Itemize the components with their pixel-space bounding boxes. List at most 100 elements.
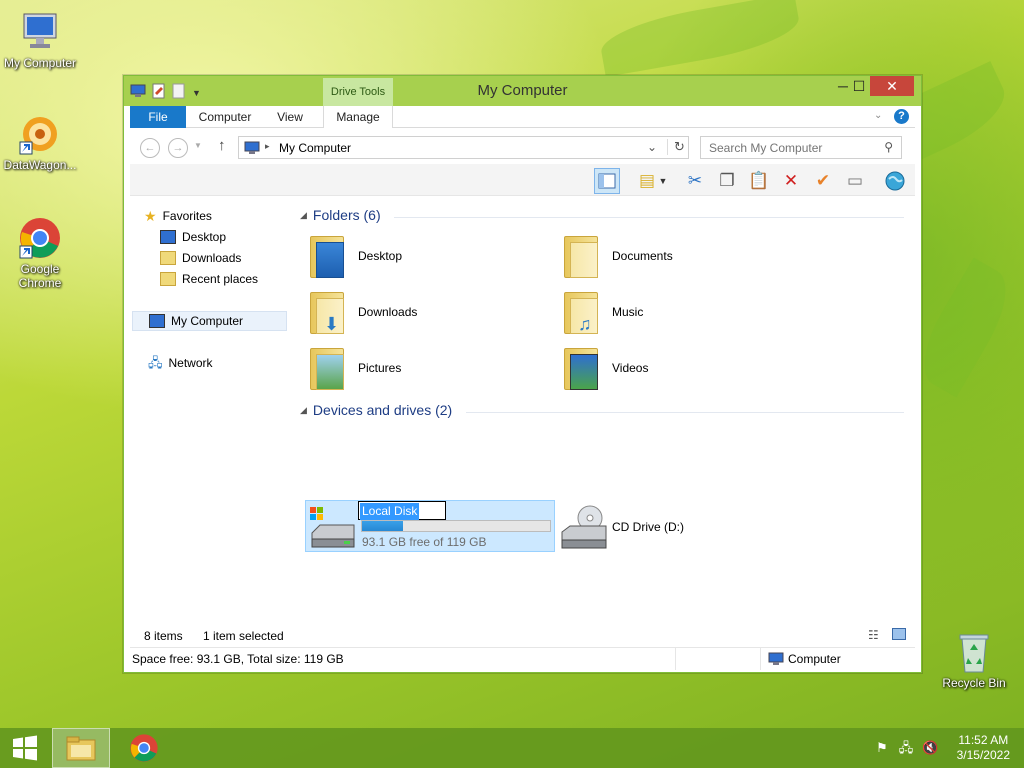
breadcrumb[interactable]: My Computer: [279, 141, 351, 155]
help-icon[interactable]: ?: [894, 109, 909, 124]
clock[interactable]: 11:52 AM 3/15/2022: [957, 733, 1010, 763]
computer-small-icon: [149, 314, 165, 328]
nav-downloads[interactable]: Downloads: [160, 248, 241, 268]
tab-view[interactable]: View: [265, 106, 315, 128]
checkmark-icon[interactable]: ✔: [810, 168, 836, 194]
chevron-down-icon[interactable]: ⌄: [874, 110, 882, 121]
desktop-icon-my-computer[interactable]: My Computer: [0, 10, 80, 70]
desktop-icon-datawagon[interactable]: DataWagon...: [0, 112, 80, 172]
recent-locations-chevron-icon[interactable]: ▼: [194, 141, 202, 150]
nav-recent-places[interactable]: Recent places: [160, 269, 258, 289]
folder-tile-downloads[interactable]: ⬇ Downloads: [306, 286, 546, 340]
folders-group-header[interactable]: ◢ Folders (6): [300, 207, 381, 223]
close-button[interactable]: ✕: [870, 76, 914, 96]
drive-tile-cd[interactable]: CD Drive (D:): [560, 502, 800, 556]
address-row: ← → ▼ ↑ ▸ My Computer ⌄ ↻ ⚲: [130, 133, 915, 161]
preview-pane-icon[interactable]: [594, 168, 620, 194]
nav-label: Network: [168, 356, 213, 370]
desktop-icon-recycle-bin[interactable]: Recycle Bin: [934, 630, 1014, 690]
rename-input[interactable]: Local Disk: [358, 501, 446, 520]
address-bar[interactable]: ▸ My Computer ⌄ ↻: [238, 136, 689, 159]
cut-icon[interactable]: ✂: [682, 168, 708, 194]
divider: [675, 648, 676, 670]
drives-group-header[interactable]: ◢ Devices and drives (2): [300, 402, 452, 418]
music-folder-icon: ♫: [560, 286, 604, 336]
title-bar[interactable]: ▼ Drive Tools My Computer ─ ☐ ✕: [124, 76, 921, 106]
windows-logo-icon: [13, 735, 37, 761]
downloads-small-icon: [160, 251, 176, 265]
folder-tile-music[interactable]: ♫ Music: [560, 286, 800, 340]
folder-tile-documents[interactable]: Documents: [560, 230, 800, 284]
chevron-down-icon[interactable]: ▼: [656, 168, 670, 194]
file-explorer-icon: [66, 736, 96, 761]
nav-network[interactable]: 🖧 Network: [148, 353, 213, 373]
paste-icon[interactable]: 📋: [746, 168, 772, 194]
search-box[interactable]: ⚲: [700, 136, 902, 159]
maximize-button[interactable]: ☐: [845, 76, 873, 96]
copy-icon[interactable]: ❐: [714, 168, 740, 194]
volume-muted-icon[interactable]: 🔇: [922, 740, 938, 756]
clock-time: 11:52 AM: [958, 733, 1009, 747]
content-pane: ◢ Folders (6) Desktop Documents ⬇ Downlo…: [294, 200, 914, 620]
nav-label: Desktop: [182, 230, 227, 244]
large-icons-view-icon[interactable]: [892, 628, 906, 640]
selection-count: 1 item selected: [203, 629, 284, 643]
folder-tile-pictures[interactable]: Pictures: [306, 342, 546, 396]
nav-desktop[interactable]: Desktop: [160, 227, 226, 247]
network-icon: 🖧: [148, 355, 163, 370]
taskbar-file-explorer[interactable]: [52, 728, 110, 768]
network-tray-icon[interactable]: 🖧: [898, 740, 914, 756]
tab-computer[interactable]: Computer: [190, 106, 260, 128]
back-button[interactable]: ←: [140, 138, 160, 158]
drive-free-space: 93.1 GB free of 119 GB: [362, 535, 487, 549]
group-divider: [394, 217, 904, 218]
nav-favorites[interactable]: ★ Favorites: [144, 206, 212, 226]
start-button[interactable]: [0, 728, 50, 768]
space-summary: Space free: 93.1 GB, Total size: 119 GB: [132, 652, 344, 666]
downloads-folder-icon: ⬇: [306, 286, 350, 336]
star-icon: ★: [144, 208, 157, 224]
drive-capacity-fill: [362, 521, 404, 531]
address-history-chevron-icon[interactable]: ⌄: [647, 140, 657, 154]
folder-tile-desktop[interactable]: Desktop: [306, 230, 546, 284]
command-toolbar: ▤ ▼ ✂ ❐ 📋 ✕ ✔ ▭: [130, 164, 915, 196]
location-zone: Computer: [788, 652, 841, 666]
rename-icon[interactable]: ▭: [842, 168, 868, 194]
computer-small-icon: [244, 141, 260, 158]
forward-button[interactable]: →: [168, 138, 188, 158]
taskbar: ⚑ 🖧 🔇 11:52 AM 3/15/2022: [0, 728, 1024, 768]
tab-manage[interactable]: Manage: [323, 106, 393, 128]
nav-my-computer[interactable]: My Computer: [132, 311, 287, 331]
desktop-icon-google-chrome[interactable]: Google Chrome: [0, 216, 80, 290]
nav-label: Recent places: [182, 272, 259, 286]
drive-tile-local-disk[interactable]: Local Disk 93.1 GB free of 119 GB: [305, 500, 555, 552]
status-bar: 8 items 1 item selected ☷: [130, 626, 915, 646]
folder-tile-videos[interactable]: Videos: [560, 342, 800, 396]
ribbon-tabs: File Computer View Manage ⌄ ?: [130, 106, 915, 128]
desktop-icon-label: Google Chrome: [18, 262, 62, 290]
delete-icon[interactable]: ✕: [778, 168, 804, 194]
folder-name: Documents: [612, 249, 673, 263]
globe-icon[interactable]: [882, 168, 908, 194]
taskbar-chrome[interactable]: [115, 728, 173, 768]
folder-name: Desktop: [358, 249, 403, 263]
explorer-window: ▼ Drive Tools My Computer ─ ☐ ✕ File Com…: [123, 75, 922, 673]
details-view-icon[interactable]: ☷: [868, 628, 879, 642]
pictures-folder-icon: [306, 342, 350, 392]
wallpaper-leaf: [908, 257, 1022, 398]
collapse-icon[interactable]: ◢: [300, 210, 307, 221]
action-center-flag-icon[interactable]: ⚑: [874, 740, 890, 756]
drive-name: CD Drive (D:): [612, 520, 684, 534]
drive-name-selected-text[interactable]: Local Disk: [360, 503, 420, 520]
search-icon[interactable]: ⚲: [884, 140, 893, 154]
search-input[interactable]: [701, 137, 871, 158]
collapse-icon[interactable]: ◢: [300, 405, 307, 416]
group-divider: [466, 412, 904, 413]
up-arrow-icon[interactable]: ↑: [218, 137, 226, 154]
videos-folder-icon: [560, 342, 604, 392]
refresh-icon[interactable]: ↻: [667, 139, 685, 155]
breadcrumb-separator-icon[interactable]: ▸: [265, 141, 270, 152]
hard-drive-icon: [308, 505, 358, 552]
nav-label: Favorites: [162, 209, 212, 223]
tab-file[interactable]: File: [130, 106, 186, 128]
